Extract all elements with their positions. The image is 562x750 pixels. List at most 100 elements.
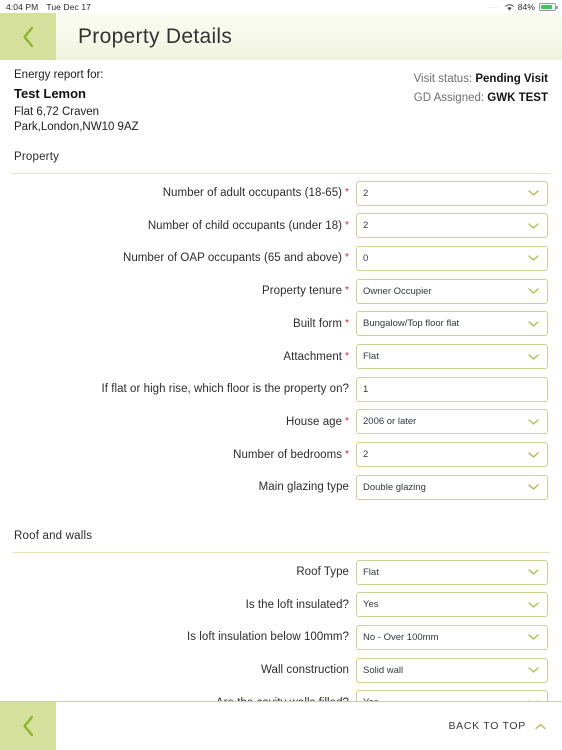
- field-label: Property tenure *: [0, 285, 349, 297]
- field-label-text: Property tenure: [262, 285, 343, 298]
- form-row: Wall construction Solid wall: [0, 657, 562, 683]
- form-row: Is the loft insulated? Yes: [0, 592, 562, 618]
- customer-address: Flat 6,72 Craven Park,London,NW10 9AZ: [14, 106, 139, 133]
- field-label-text: Main glazing type: [258, 481, 349, 494]
- required-asterisk: *: [345, 350, 349, 362]
- chevron-down-icon: [528, 288, 539, 294]
- status-time: 4:04 PM: [6, 1, 39, 12]
- required-asterisk: *: [345, 219, 349, 231]
- footer-spacer: [56, 702, 448, 750]
- report-meta-right: Visit status: Pending Visit GD Assigned:…: [414, 70, 548, 108]
- visit-status-row: Visit status: Pending Visit: [414, 70, 548, 89]
- page-header: Property Details: [0, 13, 562, 60]
- select-dropdown[interactable]: Double glazing: [356, 474, 548, 500]
- chevron-down-icon: [528, 419, 539, 425]
- field-value: No - Over 100mm: [363, 631, 439, 643]
- field-value: Yes: [363, 599, 379, 611]
- property-form: Property Number of adult occupants (18-65…: [0, 140, 562, 701]
- chevron-left-icon: [22, 26, 33, 47]
- gd-assigned-value: GWK TEST: [487, 92, 548, 104]
- form-row: Is loft insulation below 100mm? No - Over…: [0, 624, 562, 650]
- select-dropdown[interactable]: 2006 or later: [356, 409, 548, 435]
- select-dropdown[interactable]: Bungalow/Top floor flat: [356, 311, 548, 337]
- field-value: Owner Occupier: [363, 285, 432, 297]
- field-label: Number of child occupants (under 18) *: [0, 220, 349, 232]
- chevron-left-icon: [22, 715, 33, 737]
- signal-dots: ....: [487, 3, 500, 10]
- chevron-down-icon: [528, 634, 539, 641]
- field-value: 2: [363, 187, 369, 199]
- chevron-down-icon: [528, 484, 539, 490]
- page-title: Property Details: [78, 24, 233, 48]
- select-dropdown[interactable]: Solid wall: [356, 657, 548, 683]
- field-label: Built form *: [0, 318, 349, 330]
- required-asterisk: *: [345, 252, 349, 264]
- field-label: House age *: [0, 416, 349, 428]
- visit-status-value: Pending Visit: [475, 73, 548, 85]
- form-row: Attachment * Flat: [0, 344, 562, 370]
- field-label: Is the loft insulated?: [0, 599, 349, 611]
- form-row: Are the cavity walls filled?Yes: [0, 690, 562, 701]
- select-dropdown[interactable]: 2: [356, 213, 548, 239]
- visit-status-label: Visit status:: [413, 73, 473, 85]
- field-value: 2: [363, 220, 369, 232]
- chevron-down-icon: [528, 222, 539, 229]
- chevron-down-icon: [528, 190, 539, 196]
- field-label-text: Is loft insulation below 100mm?: [187, 631, 349, 644]
- form-row: Roof Type Flat: [0, 559, 562, 585]
- select-dropdown[interactable]: Yes: [356, 690, 548, 701]
- select-dropdown[interactable]: Flat: [356, 559, 548, 585]
- field-label-text: Number of OAP occupants (65 and above): [123, 252, 343, 265]
- status-bar-left: 4:04 PM Tue Dec 17: [6, 2, 91, 12]
- field-label: Roof Type: [0, 566, 349, 578]
- select-dropdown[interactable]: 0: [356, 245, 548, 271]
- select-dropdown[interactable]: 2: [356, 442, 548, 468]
- chevron-down-icon: [528, 451, 539, 458]
- field-value: Bungalow/Top floor flat: [363, 318, 460, 330]
- form-row: Number of bedrooms * 2: [0, 442, 562, 468]
- form-row: Number of OAP occupants (65 and above) * 0: [0, 245, 562, 271]
- chevron-down-icon: [528, 353, 539, 360]
- footer-back-button[interactable]: [0, 702, 56, 750]
- form-row: If flat or high rise, which floor is the…: [0, 376, 562, 402]
- status-bar: 4:04 PM Tue Dec 17 .... 84%: [0, 0, 562, 13]
- customer-name: Test Lemon: [14, 86, 86, 101]
- form-row: Property tenure * Owner Occupier: [0, 278, 562, 304]
- header-back-button[interactable]: [0, 13, 56, 60]
- field-label-text: Number of adult occupants (18-65): [162, 187, 343, 199]
- required-asterisk: *: [345, 448, 349, 460]
- wifi-icon: [504, 3, 514, 11]
- chevron-down-icon: [528, 255, 539, 262]
- select-dropdown[interactable]: 2: [356, 180, 548, 206]
- section-title-property: Property: [14, 151, 60, 163]
- back-to-top-button[interactable]: BACK TO TOP: [448, 702, 562, 750]
- field-label-text: Is the loft insulated?: [245, 598, 349, 611]
- field-value: 1: [363, 383, 369, 395]
- select-dropdown[interactable]: Yes: [356, 592, 548, 618]
- app-screen: 4:04 PM Tue Dec 17 .... 84% Property Det…: [0, 0, 562, 750]
- select-dropdown[interactable]: No - Over 100mm: [356, 624, 548, 650]
- field-value: Double glazing: [363, 481, 426, 493]
- form-row: Built form * Bungalow/Top floor flat: [0, 311, 562, 337]
- select-dropdown[interactable]: Flat: [356, 344, 548, 369]
- field-label-text: House age: [285, 415, 343, 428]
- field-label-text: Roof Type: [296, 566, 349, 578]
- field-value: 0: [363, 252, 369, 264]
- field-value: Flat: [363, 566, 379, 578]
- field-label-text: Built form: [292, 317, 343, 330]
- section-title-roof-and-walls: Roof and walls: [14, 530, 93, 542]
- field-label: Is loft insulation below 100mm?: [0, 631, 349, 643]
- text-input[interactable]: 1: [356, 376, 548, 402]
- select-dropdown[interactable]: Owner Occupier: [356, 278, 548, 304]
- field-value: 2006 or later: [363, 416, 417, 428]
- section-divider: [12, 173, 550, 174]
- field-label-text: Wall construction: [261, 664, 349, 677]
- form-row: Number of child occupants (under 18) * 2: [0, 213, 562, 239]
- page-footer: BACK TO TOP: [0, 701, 562, 750]
- field-label: Wall construction: [0, 664, 349, 676]
- status-bar-right: .... 84%: [487, 2, 558, 12]
- chevron-down-icon: [528, 321, 539, 327]
- field-label: Main glazing type: [0, 481, 349, 493]
- form-row: Main glazing type Double glazing: [0, 474, 562, 500]
- form-row: Number of adult occupants (18-65) * 2: [0, 180, 562, 206]
